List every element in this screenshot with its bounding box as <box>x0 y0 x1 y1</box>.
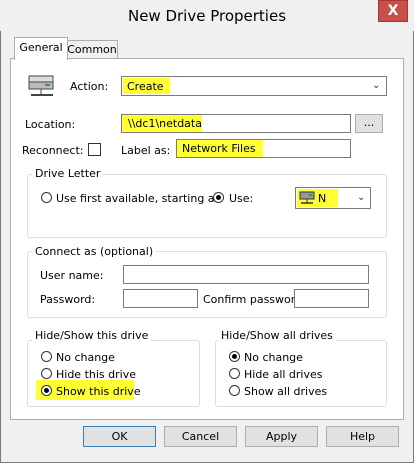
all-no-change-radio[interactable] <box>229 351 240 362</box>
cancel-button[interactable]: Cancel <box>164 426 237 447</box>
use-label: Use: <box>229 192 254 205</box>
tab-general-label: General <box>19 41 63 54</box>
close-button[interactable]: X <box>378 0 408 22</box>
show-all-drives-radio[interactable] <box>229 385 240 396</box>
label-as-label: Label as: <box>121 144 171 157</box>
first-available-label: Use first available, starting at: <box>56 192 223 205</box>
cancel-button-label: Cancel <box>181 430 220 443</box>
label-as-value: Network Files <box>182 142 256 155</box>
drive-letter-title: Drive Letter <box>32 167 104 180</box>
location-label: Location: <box>25 118 76 131</box>
chevron-down-icon: ⌄ <box>372 80 381 91</box>
drive-letter-dropdown[interactable]: N ⌄ <box>295 187 371 209</box>
password-label: Password: <box>40 293 96 306</box>
action-dropdown[interactable]: Create ⌄ <box>121 76 387 96</box>
help-button[interactable]: Help <box>326 426 399 447</box>
password-input[interactable] <box>123 289 198 308</box>
tab-general[interactable]: General <box>14 37 68 60</box>
ok-button[interactable]: OK <box>83 426 156 447</box>
action-value: Create <box>127 80 164 93</box>
drive-icon <box>299 191 315 205</box>
tab-common-label: Common <box>67 43 117 56</box>
help-button-label: Help <box>349 430 376 443</box>
window-title: New Drive Properties <box>127 7 287 25</box>
location-input[interactable]: \\dc1\netdata <box>121 114 351 133</box>
browse-button-label: ... <box>363 116 375 129</box>
drive-no-change-label: No change <box>56 351 115 364</box>
show-this-drive-radio[interactable] <box>41 385 52 396</box>
label-as-input[interactable]: Network Files <box>176 139 351 158</box>
show-all-drives-label: Show all drives <box>244 385 328 398</box>
hide-this-drive-radio[interactable] <box>41 368 52 379</box>
show-this-drive-label: Show this drive <box>56 385 141 398</box>
drive-no-change-radio[interactable] <box>41 351 52 362</box>
reconnect-label: Reconnect: <box>22 144 84 157</box>
chevron-down-icon: ⌄ <box>357 192 366 203</box>
hide-show-drive-title: Hide/Show this drive <box>32 329 152 342</box>
user-name-input[interactable] <box>123 265 369 284</box>
use-radio[interactable] <box>213 192 224 203</box>
network-drive-icon <box>26 74 58 100</box>
user-name-label: User name: <box>40 269 104 282</box>
hide-all-drives-label: Hide all drives <box>244 368 323 381</box>
connect-as-title: Connect as (optional) <box>32 245 157 258</box>
tab-common[interactable]: Common <box>66 40 118 59</box>
apply-button-label: Apply <box>265 430 298 443</box>
hide-all-drives-radio[interactable] <box>229 368 240 379</box>
location-value: \\dc1\netdata <box>128 117 202 130</box>
confirm-password-input[interactable] <box>294 289 369 308</box>
first-available-radio[interactable] <box>41 192 52 203</box>
apply-button[interactable]: Apply <box>245 426 318 447</box>
hide-show-all-title: Hide/Show all drives <box>218 329 336 342</box>
drive-letter-value: N <box>318 192 327 205</box>
all-no-change-label: No change <box>244 351 303 364</box>
ok-button-label: OK <box>111 430 128 443</box>
browse-button[interactable]: ... <box>355 114 383 133</box>
confirm-password-label: Confirm password: <box>203 293 306 306</box>
action-label: Action: <box>70 80 109 93</box>
reconnect-checkbox[interactable] <box>88 143 101 156</box>
close-icon: X <box>387 3 399 19</box>
